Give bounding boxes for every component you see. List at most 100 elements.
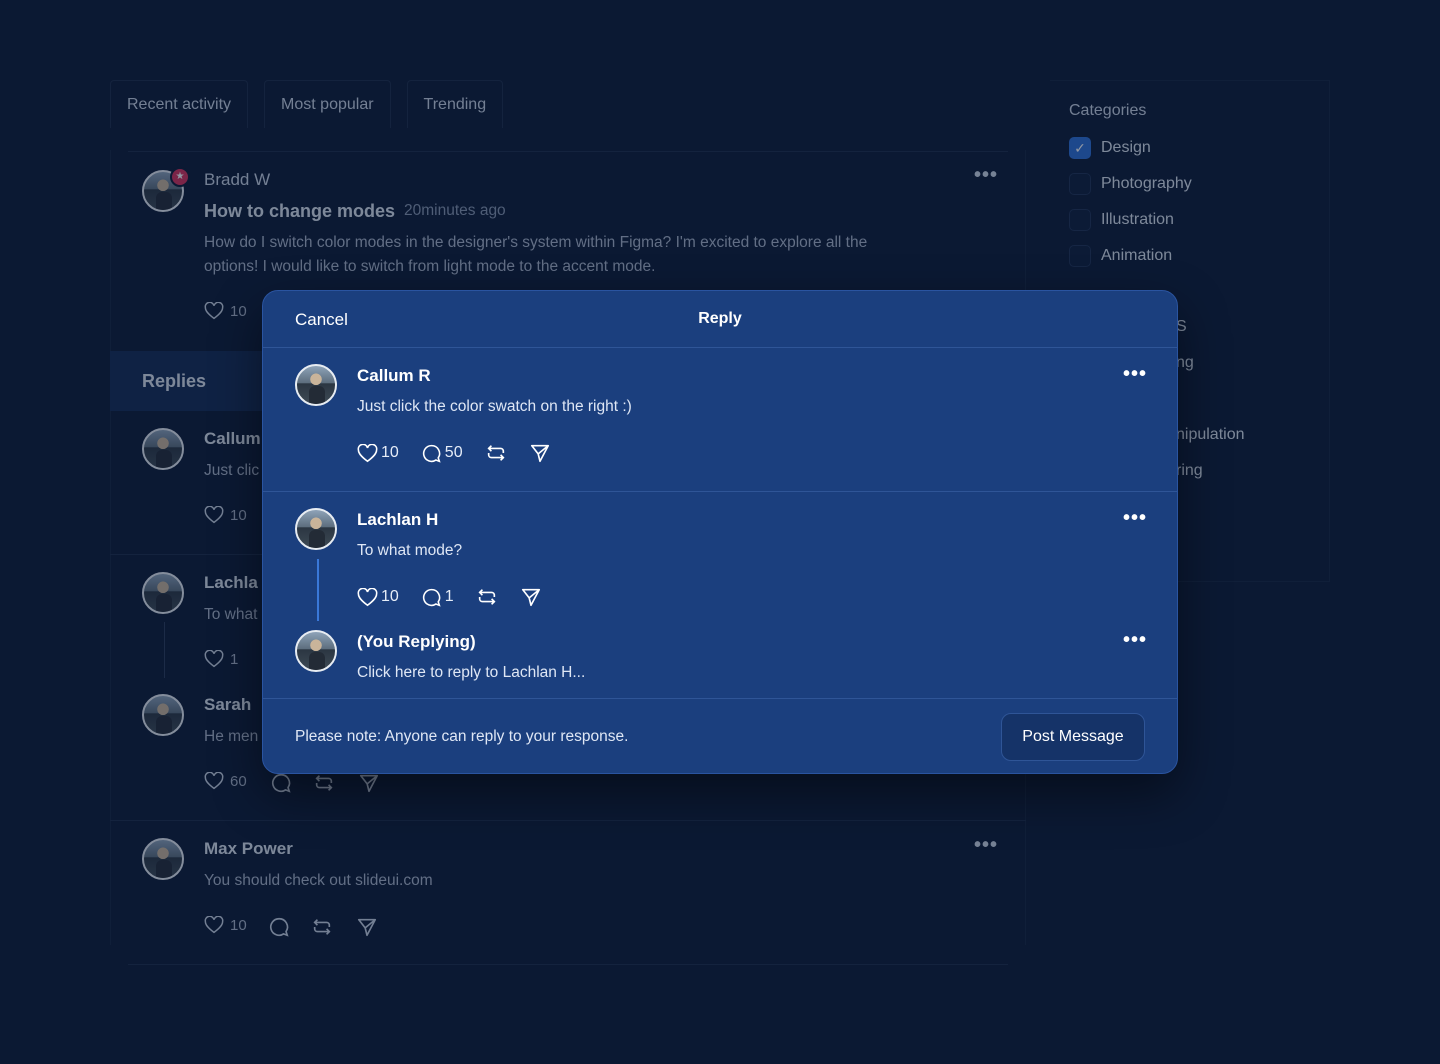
tab-trending[interactable]: Trending bbox=[406, 80, 504, 128]
tab-recent-activity[interactable]: Recent activity bbox=[110, 80, 249, 128]
reply-like[interactable]: 60 bbox=[204, 772, 247, 790]
divider bbox=[110, 820, 1026, 821]
like-count: 1 bbox=[230, 650, 239, 668]
comment-actions: 10 50 bbox=[357, 442, 573, 464]
category-label: Design bbox=[1101, 139, 1151, 156]
modal-header: Cancel Reply bbox=[263, 291, 1177, 348]
reply-note: Please note: Anyone can reply to your re… bbox=[295, 728, 629, 745]
more-icon[interactable]: ••• bbox=[1123, 629, 1147, 652]
reply-text: Just clic bbox=[204, 462, 260, 479]
comment-count: 1 bbox=[444, 588, 454, 605]
category-photography[interactable]: Photography bbox=[1069, 173, 1192, 195]
like-button[interactable]: 10 bbox=[357, 587, 399, 607]
like-count: 10 bbox=[230, 916, 247, 934]
comment-icon[interactable] bbox=[268, 916, 290, 938]
repost-icon bbox=[487, 445, 505, 461]
divider bbox=[128, 964, 1008, 965]
post-body-line1: How do I switch color modes in the desig… bbox=[204, 234, 868, 251]
reply-name: Max Power bbox=[204, 839, 293, 858]
share-button[interactable] bbox=[529, 442, 551, 464]
checkbox[interactable] bbox=[1069, 245, 1091, 267]
divider bbox=[263, 698, 1177, 699]
thread-line bbox=[164, 622, 165, 678]
comment-author: Lachlan H bbox=[357, 510, 439, 529]
modal-title: Reply bbox=[698, 310, 742, 327]
categories-title: Categories bbox=[1069, 102, 1147, 119]
more-icon[interactable]: ••• bbox=[974, 164, 998, 187]
like-button[interactable]: 10 bbox=[357, 443, 399, 463]
replies-header: Replies bbox=[110, 351, 270, 411]
divider bbox=[263, 491, 1177, 492]
repost-button[interactable] bbox=[476, 586, 498, 608]
category-design[interactable]: ✓ Design bbox=[1069, 137, 1151, 159]
reply-author: (You Replying) bbox=[357, 632, 476, 651]
reply-name: Lachla bbox=[204, 573, 258, 592]
more-icon[interactable]: ••• bbox=[1123, 363, 1147, 386]
post-body-line2: options! I would like to switch from lig… bbox=[204, 258, 656, 275]
post-author: Bradd W bbox=[204, 170, 271, 189]
post-like[interactable]: 10 bbox=[204, 302, 247, 320]
category-label: Animation bbox=[1101, 247, 1173, 264]
post-time: 20minutes ago bbox=[404, 202, 506, 219]
reply-text: To what bbox=[204, 606, 258, 623]
checkbox[interactable] bbox=[1069, 173, 1091, 195]
category-illustration[interactable]: Illustration bbox=[1069, 209, 1174, 231]
avatar bbox=[295, 508, 337, 550]
heart-icon bbox=[204, 302, 224, 320]
reply-like[interactable]: 1 bbox=[204, 650, 238, 668]
reply-input[interactable]: Click here to reply to Lachlan H... bbox=[357, 664, 585, 682]
feed-tabs: Recent activity Most popular Trending bbox=[110, 80, 519, 128]
heart-icon bbox=[357, 587, 378, 606]
repost-icon[interactable] bbox=[311, 916, 333, 938]
heart-icon bbox=[204, 772, 224, 790]
comment-text: Just click the color swatch on the right… bbox=[357, 398, 632, 415]
category-animation[interactable]: Animation bbox=[1069, 245, 1172, 267]
category-partial: nipulation bbox=[1176, 426, 1245, 443]
repost-icon bbox=[478, 589, 496, 605]
heart-icon bbox=[357, 443, 378, 462]
tab-most-popular[interactable]: Most popular bbox=[264, 80, 391, 128]
send-icon[interactable] bbox=[358, 772, 380, 794]
share-button[interactable] bbox=[520, 586, 542, 608]
heart-icon bbox=[204, 650, 224, 668]
comment-button[interactable]: 50 bbox=[421, 443, 463, 464]
reply-like[interactable]: 10 bbox=[204, 506, 247, 524]
category-partial: ring bbox=[1176, 462, 1203, 479]
send-icon[interactable] bbox=[356, 916, 378, 938]
divider bbox=[110, 554, 270, 555]
reply-like[interactable]: 10 bbox=[204, 916, 247, 934]
comment-icon bbox=[422, 588, 441, 607]
more-icon[interactable]: ••• bbox=[1123, 507, 1147, 530]
like-count: 10 bbox=[230, 302, 247, 320]
more-icon[interactable]: ••• bbox=[974, 834, 998, 857]
like-count: 10 bbox=[381, 444, 399, 461]
like-count: 10 bbox=[381, 588, 399, 605]
comment-icon[interactable] bbox=[270, 772, 292, 794]
send-icon bbox=[521, 588, 540, 607]
comment-count: 50 bbox=[444, 444, 463, 461]
checkbox[interactable] bbox=[1069, 209, 1091, 231]
category-label: Illustration bbox=[1101, 211, 1174, 228]
repost-icon[interactable] bbox=[313, 772, 335, 794]
like-count: 10 bbox=[230, 506, 247, 524]
reply-modal: Cancel Reply Callum R Just click the col… bbox=[262, 290, 1178, 774]
post-message-button[interactable]: Post Message bbox=[1001, 713, 1145, 761]
divider bbox=[128, 151, 1008, 152]
comment-button[interactable]: 1 bbox=[421, 587, 454, 608]
reply-name: Callum bbox=[204, 429, 261, 448]
post-title: How to change modes bbox=[204, 201, 396, 221]
check-icon[interactable]: ✓ bbox=[1069, 137, 1091, 159]
reply-text: He men bbox=[204, 728, 259, 745]
comment-actions: 10 1 bbox=[357, 586, 564, 608]
reply-name: Sarah bbox=[204, 695, 252, 714]
avatar bbox=[295, 630, 337, 672]
comment-author: Callum R bbox=[357, 366, 431, 385]
send-icon bbox=[530, 444, 549, 463]
avatar bbox=[142, 572, 184, 614]
category-label: Photography bbox=[1101, 175, 1192, 192]
avatar bbox=[142, 838, 184, 880]
category-partial: ng bbox=[1176, 354, 1194, 371]
reply-text: You should check out slideui.com bbox=[204, 872, 433, 889]
avatar bbox=[142, 428, 184, 470]
repost-button[interactable] bbox=[485, 442, 507, 464]
